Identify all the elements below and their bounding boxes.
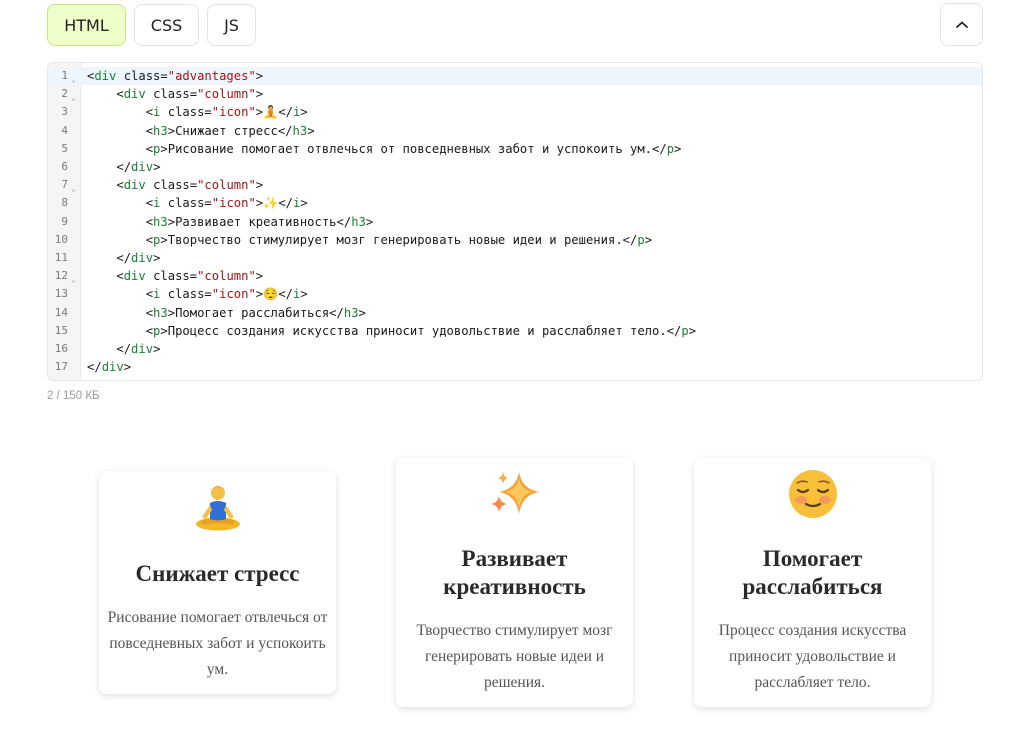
advantage-card-creativity: Развивает креативность Творчество стимул… [396, 458, 633, 707]
code-line: 16 </div> [48, 340, 982, 358]
line-number: 9 [61, 214, 68, 228]
code-line: 15 <p>Процесс создания искусства приноси… [48, 322, 982, 340]
card-title: Развивает креативность [443, 546, 586, 599]
code-text: <i class="icon">🧘</i> [145, 105, 308, 120]
line-number: 8 [61, 196, 68, 210]
code-line: 9 <h3>Развивает креативность</h3> [48, 213, 982, 231]
code-text: </div> [116, 160, 161, 174]
code-text: <i class="icon">😌</i> [145, 287, 308, 302]
code-text: <div class="advantages"> [87, 69, 264, 83]
code-line: 4 <h3>Снижает стресс</h3> [48, 122, 982, 140]
line-number: 11 [54, 251, 68, 264]
size-info: 2 / 150 КБ [47, 390, 100, 402]
code-text: </div> [87, 360, 132, 375]
code-editor[interactable]: 1 ⌄ <div class="advantages"> 2 ⌄ <div class=… [47, 62, 983, 381]
code-line: 8 <i class="icon">✨</i> [48, 194, 982, 212]
tab-js[interactable]: JS [207, 4, 256, 46]
code-line: 3 <i class="icon">🧘</i> [48, 103, 982, 121]
meditation-emoji-icon [107, 481, 328, 537]
line-number: 5 [61, 141, 68, 155]
code-line: 6 </div> [48, 158, 982, 176]
code-line: 13 <i class="icon">😌</i> [48, 285, 982, 303]
code-text: </div> [116, 342, 161, 356]
card-title: Снижает стресс [135, 561, 300, 586]
line-number: 13 [54, 287, 68, 301]
code-line: 1 ⌄ <div class="advantages"> [48, 67, 982, 86]
code-text: <p>Процесс создания искусства приносит у… [145, 323, 697, 338]
line-number: 17 [54, 360, 68, 374]
line-number: 3 [61, 105, 68, 119]
code-text: <p>Творчество стимулирует мозг генериров… [145, 232, 653, 247]
line-number: 1 [61, 69, 68, 82]
code-text: <i class="icon">✨</i> [145, 196, 308, 211]
line-number: 6 [61, 160, 68, 173]
code-line: 5 <p>Рисование помогает отвлечься от пов… [48, 140, 982, 158]
card-text: Процесс создания искусства приносит удов… [718, 622, 907, 691]
code-text: <div class="column"> [116, 178, 264, 193]
card-title: Помогает расслабиться [742, 546, 883, 599]
code-text: <div class="column"> [116, 87, 264, 102]
line-number: 14 [54, 305, 68, 319]
line-number: 12 [54, 269, 68, 283]
code-line: 7 ⌄ <div class="column"> [48, 176, 982, 194]
code-text: </div> [116, 251, 161, 265]
tab-html[interactable]: HTML [47, 4, 126, 46]
chevron-up-icon [955, 21, 968, 28]
code-line: 12 ⌄ <div class="column"> [48, 267, 982, 285]
line-number: 10 [54, 232, 68, 246]
code-text: <h3>Помогает расслабиться</h3> [145, 305, 366, 320]
line-number: 4 [61, 123, 68, 137]
code-line: 14 <h3>Помогает расслабиться</h3> [48, 304, 982, 322]
editor-tabs: HTML CSS JS [47, 4, 256, 46]
code-text: <p>Рисование помогает отвлечься от повсе… [145, 141, 682, 156]
line-number: 15 [54, 323, 68, 337]
advantage-card-stress: Снижает стресс Рисование помогает отвлеч… [99, 471, 336, 694]
code-text: <h3>Развивает креативность</h3> [145, 214, 374, 229]
code-line: 17 </div> [48, 358, 982, 376]
collapse-editor-button[interactable] [940, 3, 983, 46]
card-text: Творчество стимулирует мозг генерировать… [416, 622, 613, 691]
tab-css[interactable]: CSS [134, 4, 199, 46]
code-line: 2 ⌄ <div class="column"> [48, 85, 982, 103]
advantage-card-relax: Помогает расслабиться Процесс создания и… [694, 458, 931, 707]
code-line: 10 <p>Творчество стимулирует мозг генери… [48, 231, 982, 249]
code-text: <div class="column"> [116, 269, 264, 284]
code-text: <h3>Снижает стресс</h3> [145, 123, 315, 138]
code-line: 11 </div> [48, 249, 982, 267]
line-number: 16 [54, 342, 68, 355]
relieved-face-emoji-icon [702, 468, 923, 524]
card-text: Рисование помогает отвлечься от повседне… [107, 609, 328, 678]
sparkles-emoji-icon [404, 468, 625, 524]
line-number: 7 [61, 178, 68, 192]
line-number: 2 [61, 87, 68, 101]
